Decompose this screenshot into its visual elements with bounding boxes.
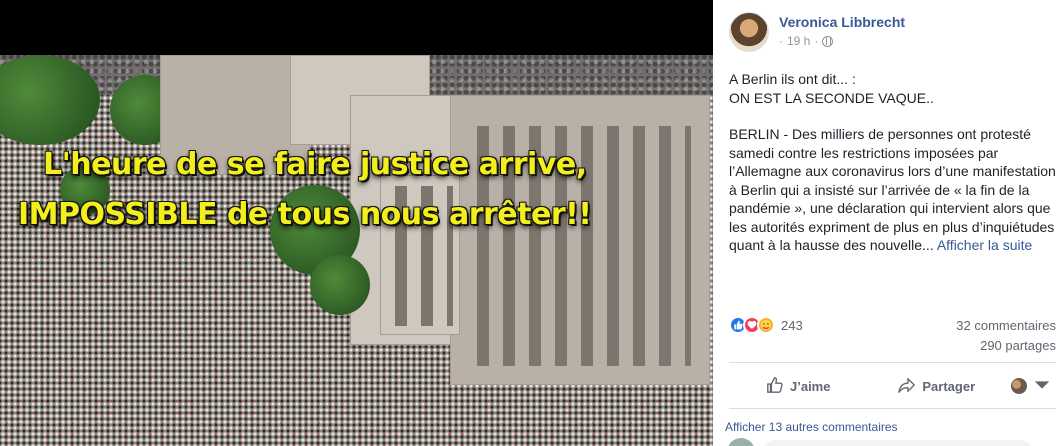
- meta-separator: ·: [814, 34, 819, 48]
- building: [450, 95, 710, 385]
- see-more-link[interactable]: Afficher la suite: [937, 237, 1032, 253]
- thumbs-up-icon: [766, 376, 784, 397]
- post-image-viewer[interactable]: L'heure de se faire justice arrive, IMPO…: [0, 0, 713, 446]
- like-button[interactable]: J’aime: [729, 376, 868, 397]
- share-button[interactable]: Partager: [868, 376, 1007, 397]
- share-label: Partager: [922, 378, 976, 394]
- action-bar: J’aime Partager: [729, 366, 1056, 406]
- comments-count[interactable]: 32 commentaires: [956, 318, 1056, 333]
- post-sidebar: Veronica Libbrecht · 19 h · A Berlin ils…: [713, 0, 1064, 446]
- reaction-count[interactable]: 243: [781, 318, 803, 333]
- view-more-comments-link[interactable]: Afficher 13 autres commentaires: [725, 420, 898, 434]
- caret-down-icon: [1033, 376, 1051, 397]
- overlay-line-1: L'heure de se faire justice arrive,: [43, 147, 587, 182]
- tree: [310, 255, 370, 315]
- divider: [729, 362, 1056, 363]
- current-user-avatar: [1011, 378, 1027, 394]
- post-line-1: A Berlin ils ont dit... :: [729, 71, 856, 87]
- comment-bubble: [763, 440, 1033, 446]
- author-name[interactable]: Veronica Libbrecht: [779, 14, 905, 30]
- globe-icon[interactable]: [822, 35, 834, 47]
- post-time[interactable]: 19 h: [787, 34, 810, 48]
- post-meta: · 19 h ·: [779, 34, 834, 48]
- shares-count[interactable]: 290 partages: [980, 338, 1056, 353]
- react-as-selector[interactable]: [1006, 376, 1056, 397]
- author-avatar[interactable]: [729, 12, 769, 52]
- divider: [729, 408, 1056, 409]
- share-arrow-icon: [898, 376, 916, 397]
- like-label: J’aime: [790, 378, 831, 394]
- crowd-photo[interactable]: [0, 55, 713, 446]
- reactions-summary[interactable]: 243: [729, 316, 803, 334]
- overlay-line-2: IMPOSSIBLE de tous nous arrêter!!: [18, 197, 592, 232]
- care-reaction-icon: [757, 316, 775, 334]
- post-line-2: ON EST LA SECONDE VAQUE..: [729, 89, 934, 106]
- post-body: A Berlin ils ont dit... : ON EST LA SECO…: [729, 70, 1059, 273]
- commenter-avatar[interactable]: [727, 438, 755, 446]
- post-paragraph-2: BERLIN - Des milliers de personnes ont p…: [729, 126, 1056, 253]
- meta-separator: ·: [779, 34, 783, 48]
- image-overlay-caption: L'heure de se faire justice arrive, IMPO…: [18, 140, 698, 240]
